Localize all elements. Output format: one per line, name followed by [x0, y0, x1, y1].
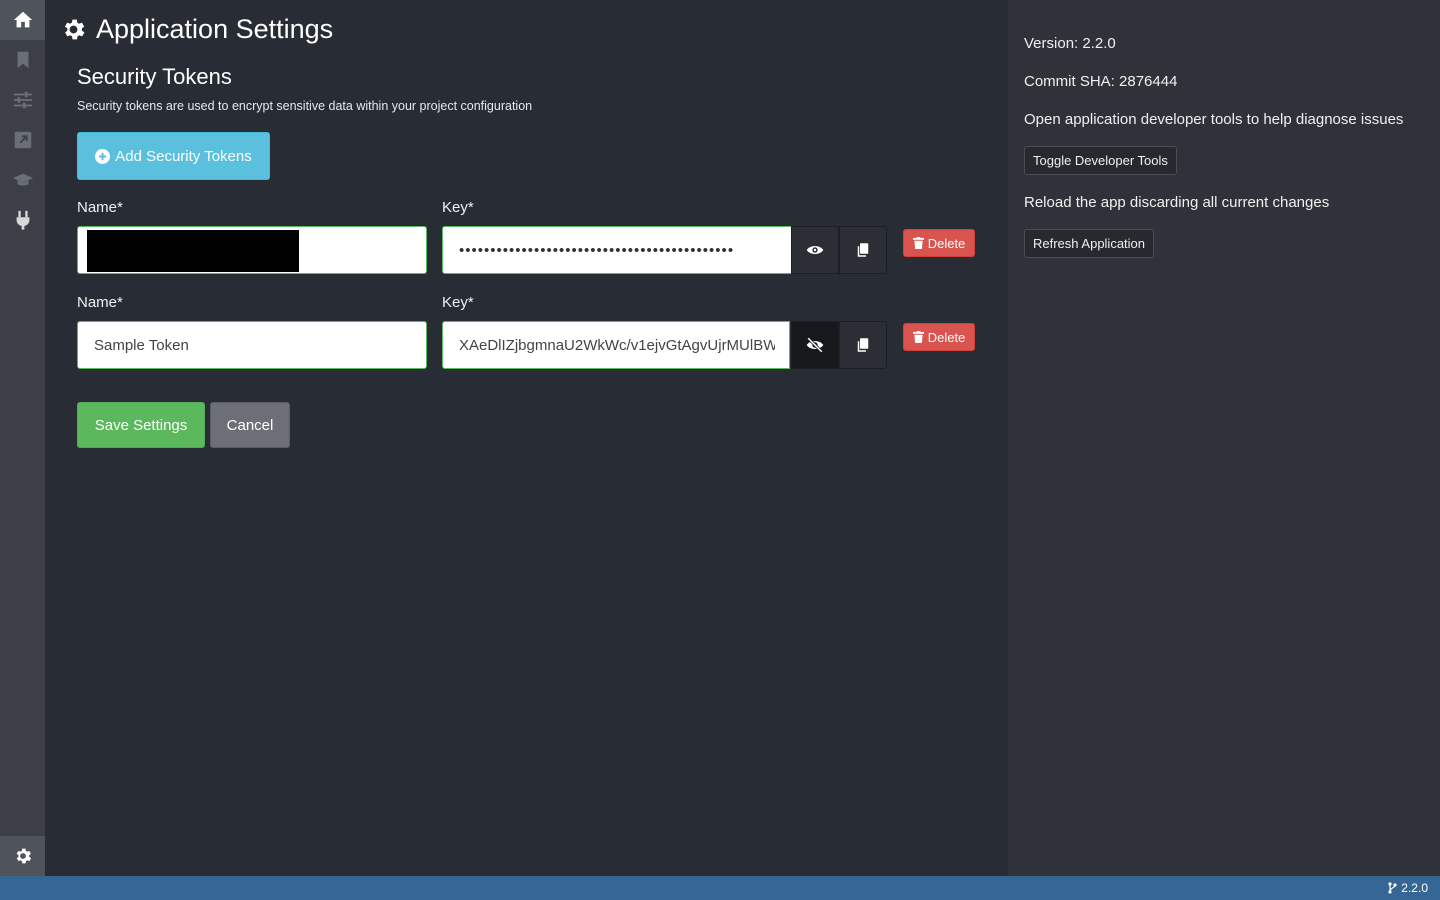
page-title-text: Application Settings [96, 14, 334, 44]
home-icon [13, 11, 32, 28]
delete-token-button[interactable]: Delete [903, 229, 975, 257]
nav-external[interactable] [0, 120, 45, 160]
key-label: Key* [442, 294, 474, 311]
name-label: Name* [77, 199, 123, 216]
token-key-value: XAeDlIZjbgmnaU2WkWc/v1ejvGtAgvUjrMUlBW [459, 336, 775, 354]
gear-icon [64, 19, 85, 40]
main-content: Application Settings Security Tokens Sec… [45, 0, 1008, 876]
add-security-tokens-button[interactable]: Add Security Tokens [77, 132, 270, 180]
git-branch-icon [1388, 882, 1397, 894]
copy-key-button[interactable] [839, 226, 887, 274]
token-name-value: Sample Token [94, 336, 189, 354]
token-name-input[interactable]: Sample Token [77, 321, 427, 369]
trash-icon [912, 331, 924, 343]
section-description: Security tokens are used to encrypt sens… [77, 99, 533, 113]
name-label: Name* [77, 294, 123, 311]
section-title: Security Tokens [77, 64, 232, 89]
nav-learn[interactable] [0, 160, 45, 200]
status-bar: 2.2.0 [0, 876, 1440, 900]
token-key-input[interactable]: ••••••••••••••••••••••••••••••••••••••••… [442, 226, 792, 274]
delete-label: Delete [927, 329, 966, 345]
nav-bookmarks[interactable] [0, 40, 45, 80]
status-version[interactable]: 2.2.0 [1388, 881, 1428, 895]
copy-icon [857, 338, 869, 352]
key-label: Key* [442, 199, 474, 216]
external-link-icon [14, 131, 31, 149]
trash-icon [912, 237, 924, 249]
redacted-block [87, 230, 299, 272]
token-key-input[interactable]: XAeDlIZjbgmnaU2WkWc/v1ejvGtAgvUjrMUlBW [442, 321, 790, 369]
eye-icon [806, 246, 824, 254]
nav-plugins[interactable] [0, 200, 45, 240]
gear-icon [16, 848, 31, 864]
copy-key-button[interactable] [839, 321, 887, 369]
sliders-icon [13, 91, 32, 109]
cancel-button[interactable]: Cancel [210, 402, 290, 448]
plug-icon [16, 210, 29, 230]
info-panel: Version: 2.2.0 Commit SHA: 2876444 Open … [1008, 0, 1440, 876]
plus-circle-icon [95, 148, 111, 164]
nav-settings[interactable] [0, 836, 45, 876]
toggle-developer-tools-button[interactable]: Toggle Developer Tools [1024, 146, 1177, 175]
show-key-button[interactable] [791, 226, 839, 274]
version-text: Version: 2.2.0 [1024, 35, 1116, 52]
save-settings-button[interactable]: Save Settings [77, 402, 205, 448]
reload-description: Reload the app discarding all current ch… [1024, 194, 1330, 211]
nav-sliders[interactable] [0, 80, 45, 120]
devtools-description: Open application developer tools to help… [1024, 111, 1404, 128]
refresh-application-button[interactable]: Refresh Application [1024, 229, 1155, 258]
nav-home[interactable] [0, 0, 45, 40]
eye-slash-icon [806, 337, 824, 353]
page-title: Application Settings [60, 14, 333, 45]
bookmark-icon [17, 51, 28, 69]
status-version-text: 2.2.0 [1401, 881, 1428, 895]
token-key-masked: ••••••••••••••••••••••••••••••••••••••••… [459, 241, 735, 259]
token-name-input[interactable] [77, 226, 427, 274]
copy-icon [857, 243, 869, 257]
delete-token-button[interactable]: Delete [903, 323, 975, 351]
hide-key-button[interactable] [791, 321, 839, 369]
commit-sha-text: Commit SHA: 2876444 [1024, 73, 1178, 90]
graduation-cap-icon [12, 173, 33, 186]
delete-label: Delete [927, 235, 966, 251]
left-nav [0, 0, 45, 876]
add-security-tokens-label: Add Security Tokens [115, 147, 252, 165]
